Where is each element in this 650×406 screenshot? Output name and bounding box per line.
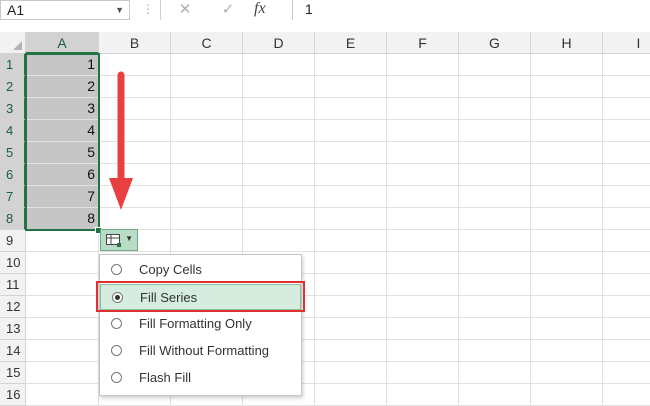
highlight-box-annotation — [96, 281, 305, 312]
radio-icon[interactable] — [111, 345, 122, 356]
drag-handle-icon[interactable]: ⋮ — [142, 2, 154, 16]
row-header-6[interactable]: 6 — [0, 164, 26, 186]
menu-item-copy-cells[interactable]: Copy Cells — [100, 257, 301, 283]
separator — [160, 0, 161, 20]
formula-input[interactable]: 1 — [292, 0, 650, 20]
radio-icon[interactable] — [111, 264, 122, 275]
formula-bar: A1 ▼ ⋮ ✕ ✓ fx 1 — [0, 0, 650, 22]
gridline — [458, 54, 459, 406]
chevron-down-icon[interactable]: ▼ — [115, 1, 124, 19]
column-header-c[interactable]: C — [171, 32, 243, 54]
row-header-16[interactable]: 16 — [0, 384, 26, 406]
menu-item-fill-without-formatting[interactable]: Fill Without Formatting — [100, 338, 301, 364]
insert-function-button[interactable]: fx — [254, 0, 266, 20]
column-header-h[interactable]: H — [531, 32, 603, 54]
down-arrow-annotation — [109, 71, 133, 210]
menu-item-fill-formatting-only[interactable]: Fill Formatting Only — [100, 311, 301, 337]
menu-item-flash-fill[interactable]: Flash Fill — [100, 365, 301, 391]
column-header-d[interactable]: D — [243, 32, 315, 54]
gridline — [386, 54, 387, 406]
row-header-3[interactable]: 3 — [0, 98, 26, 120]
row-header-9[interactable]: 9 — [0, 230, 26, 252]
name-box-value: A1 — [7, 2, 25, 18]
enter-button[interactable]: ✓ — [217, 0, 239, 20]
menu-item-label: Fill Formatting Only — [139, 316, 252, 331]
cancel-button[interactable]: ✕ — [174, 0, 196, 20]
row-header-7[interactable]: 7 — [0, 186, 26, 208]
column-header-b[interactable]: B — [99, 32, 171, 54]
column-header-f[interactable]: F — [387, 32, 459, 54]
column-header-e[interactable]: E — [315, 32, 387, 54]
menu-item-label: Fill Without Formatting — [139, 343, 270, 358]
gridline — [530, 54, 531, 406]
chevron-down-icon: ▼ — [125, 234, 133, 243]
radio-icon[interactable] — [111, 372, 122, 383]
radio-icon[interactable] — [111, 318, 122, 329]
gridline — [26, 251, 650, 252]
auto-fill-icon — [106, 234, 121, 247]
row-header-10[interactable]: 10 — [0, 252, 26, 274]
column-header-g[interactable]: G — [459, 32, 531, 54]
row-header-13[interactable]: 13 — [0, 318, 26, 340]
row-header-1[interactable]: 1 — [0, 54, 26, 76]
gridline — [314, 54, 315, 406]
name-box[interactable]: A1 ▼ — [0, 0, 130, 20]
row-header-11[interactable]: 11 — [0, 274, 26, 296]
row-header-2[interactable]: 2 — [0, 76, 26, 98]
row-header-14[interactable]: 14 — [0, 340, 26, 362]
auto-fill-options-menu: Copy Cells Fill Series Fill Formatting Onl… — [99, 254, 302, 396]
row-header-8[interactable]: 8 — [0, 208, 26, 230]
column-header-a[interactable]: A — [26, 32, 99, 54]
row-header-4[interactable]: 4 — [0, 120, 26, 142]
column-header-i[interactable]: I — [603, 32, 650, 54]
row-header-15[interactable]: 15 — [0, 362, 26, 384]
selection-border — [25, 53, 100, 231]
auto-fill-options-button[interactable]: ▼ — [100, 229, 138, 251]
row-header-12[interactable]: 12 — [0, 296, 26, 318]
gridline — [602, 54, 603, 406]
row-header-5[interactable]: 5 — [0, 142, 26, 164]
select-all-button[interactable] — [0, 32, 26, 54]
menu-item-label: Copy Cells — [139, 262, 202, 277]
menu-item-label: Flash Fill — [139, 370, 192, 385]
